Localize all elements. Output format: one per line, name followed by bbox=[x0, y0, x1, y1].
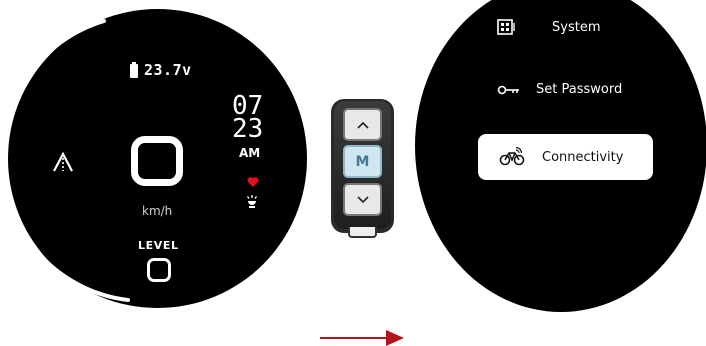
chevron-up-icon bbox=[356, 121, 369, 129]
key-icon bbox=[497, 85, 519, 94]
battery-voltage: 23.7v bbox=[144, 61, 192, 79]
menu-item-connectivity[interactable]: Connectivity bbox=[478, 134, 653, 180]
bike-wireless-icon bbox=[499, 147, 525, 166]
remote-mode-button[interactable]: M bbox=[343, 145, 382, 178]
clock-minute: 23 bbox=[232, 114, 264, 144]
menu-item-set-password-label: Set Password bbox=[536, 82, 623, 97]
brand-logo-icon bbox=[53, 152, 73, 172]
speed-unit: km/h bbox=[142, 204, 173, 218]
mode-button-label: M bbox=[355, 153, 370, 170]
system-icon bbox=[497, 19, 515, 35]
menu-item-system[interactable]: System bbox=[497, 19, 600, 35]
headlight-icon bbox=[246, 195, 258, 208]
clock-period: AM bbox=[239, 146, 261, 160]
remote-up-button[interactable] bbox=[343, 108, 382, 141]
menu-item-system-label: System bbox=[552, 19, 601, 35]
assist-level-label: LEVEL bbox=[138, 239, 179, 252]
remote-mount-tab bbox=[348, 227, 377, 238]
battery-indicator: 23.7v bbox=[130, 61, 192, 79]
heart-icon bbox=[247, 177, 259, 187]
battery-icon bbox=[130, 62, 138, 78]
remote-down-button[interactable] bbox=[343, 183, 382, 216]
assist-level-readout bbox=[147, 258, 171, 282]
menu-item-set-password[interactable]: Set Password bbox=[497, 82, 622, 97]
chevron-down-icon bbox=[356, 195, 369, 203]
menu-item-connectivity-label: Connectivity bbox=[542, 149, 624, 165]
speed-readout bbox=[131, 136, 183, 186]
